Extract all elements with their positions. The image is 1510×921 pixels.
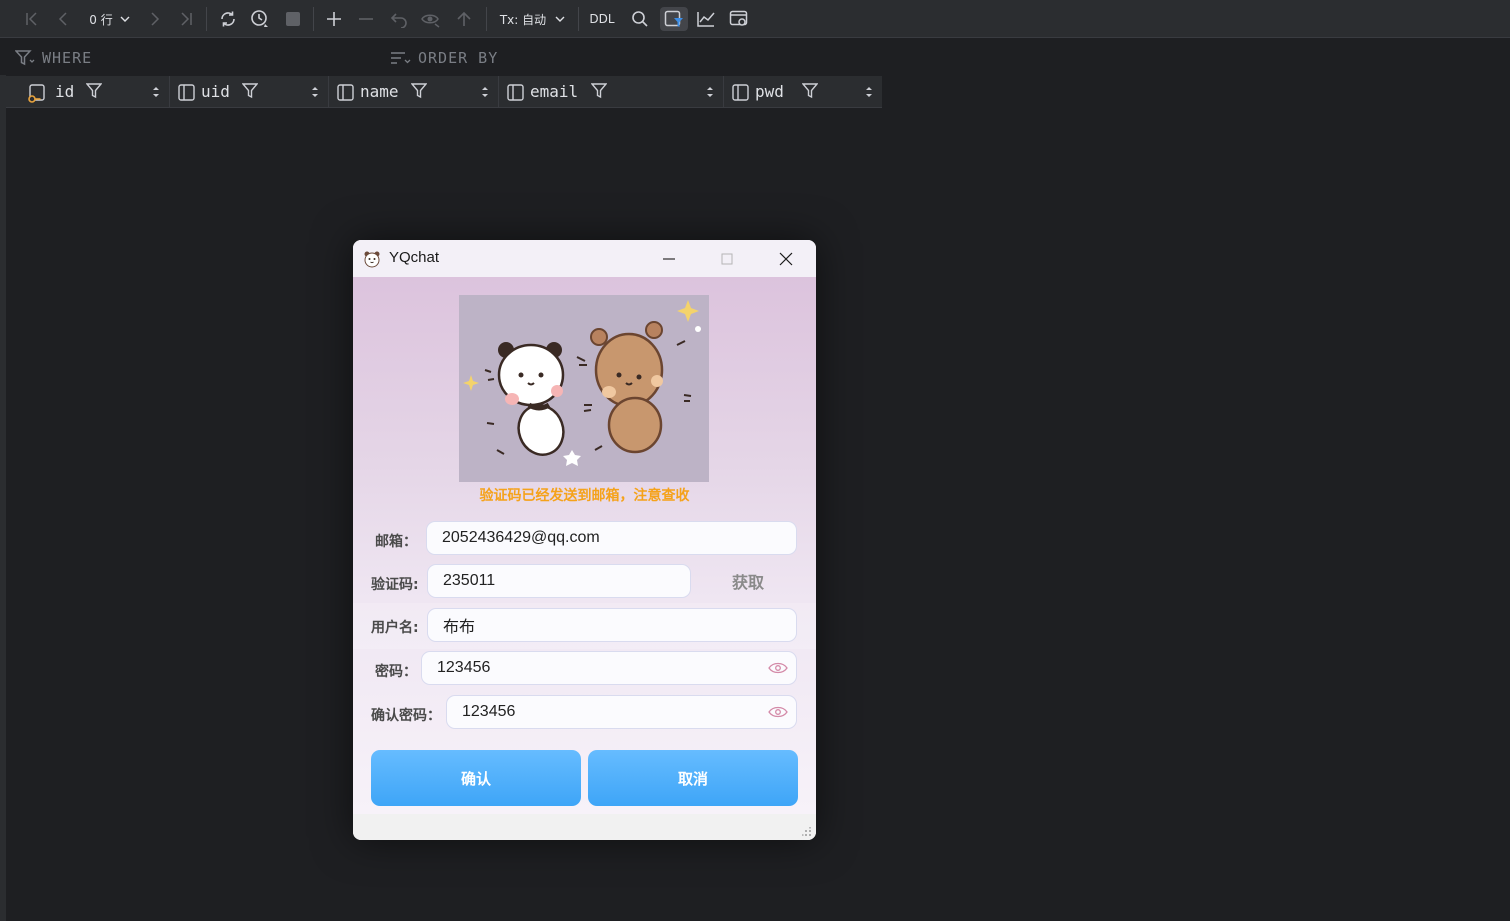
column-filter-icon[interactable] [86, 83, 102, 99]
minimize-button[interactable] [640, 240, 698, 277]
chevron-down-icon [120, 16, 130, 22]
column-name: pwd [755, 82, 784, 101]
sort-icon[interactable] [480, 85, 490, 99]
view-settings-icon[interactable] [727, 7, 751, 31]
minimize-icon [663, 257, 675, 260]
grid-gutter [0, 75, 6, 921]
column-filter-icon[interactable] [411, 83, 427, 99]
sort-icon[interactable] [705, 85, 715, 99]
sort-icon[interactable] [310, 85, 320, 99]
column-header-uid[interactable]: uid [170, 76, 329, 107]
previous-page-icon[interactable] [52, 7, 76, 31]
app-bear-icon [364, 251, 380, 268]
toolbar-separator [486, 7, 487, 31]
close-button[interactable] [757, 240, 815, 277]
search-icon[interactable] [628, 7, 652, 31]
column-filter-icon[interactable] [242, 83, 258, 99]
toolbar-separator [578, 7, 579, 31]
last-page-icon[interactable] [174, 7, 198, 31]
email-value: 2052436429@qq.com [442, 529, 600, 546]
sort-icon[interactable] [864, 85, 874, 99]
next-page-icon[interactable] [142, 7, 166, 31]
username-value: 布布 [443, 619, 476, 636]
transaction-mode-dropdown[interactable]: Tx: 自动 [496, 7, 570, 31]
chart-icon[interactable] [694, 7, 718, 31]
ddl-button[interactable]: DDL [586, 7, 618, 31]
bears-illustration [459, 295, 709, 482]
column-filter-icon[interactable] [802, 83, 818, 99]
chevron-down-icon [555, 16, 565, 22]
column-header-email[interactable]: email [499, 76, 724, 107]
column-name: uid [201, 82, 230, 101]
code-value: 235011 [443, 572, 496, 589]
filter-bar: WHERE ORDER BY [0, 39, 1510, 75]
register-dialog: YQchat 验证码已经发送到邮箱，注意查收 邮箱： 2052436429@qq… [353, 240, 816, 840]
column-header-pwd[interactable]: pwd [724, 76, 882, 107]
order-by-input[interactable]: ORDER BY [418, 49, 498, 67]
add-row-icon[interactable] [322, 7, 346, 31]
dialog-footer [353, 814, 816, 840]
username-label: 用户名: [371, 620, 419, 636]
ddl-label: DDL [589, 12, 615, 26]
column-filter-icon[interactable] [591, 83, 607, 99]
column-icon [337, 84, 354, 101]
dialog-title-bar[interactable]: YQchat [353, 240, 816, 277]
revert-icon[interactable] [387, 7, 411, 31]
delete-row-icon[interactable] [354, 7, 378, 31]
code-label: 验证码: [371, 577, 419, 593]
sort-icon[interactable] [151, 85, 161, 99]
grid-header: id uid name email pwd [6, 76, 882, 108]
data-editor-toolbar: 0 行 Tx: 自动 DDL [0, 0, 1510, 38]
column-header-name[interactable]: name [329, 76, 499, 107]
confirm-button[interactable]: 确认 [371, 750, 581, 806]
cancel-button[interactable]: 取消 [588, 750, 798, 806]
password-field[interactable]: 123456 [421, 651, 797, 685]
username-field[interactable]: 布布 [427, 608, 797, 642]
column-icon [732, 84, 749, 101]
confirm-password-label: 确认密码： [371, 708, 441, 724]
rows-count-dropdown[interactable]: 0 行 [84, 7, 136, 31]
maximize-button[interactable] [698, 240, 756, 277]
maximize-icon [721, 253, 733, 264]
get-code-button[interactable]: 获取 [698, 564, 798, 598]
first-page-icon[interactable] [20, 7, 44, 31]
primary-key-column-icon [28, 84, 45, 103]
confirm-password-value: 123456 [462, 703, 516, 720]
resize-grip-icon[interactable] [802, 827, 812, 837]
close-icon [779, 252, 793, 265]
confirm-password-field[interactable]: 123456 [446, 695, 797, 729]
transaction-mode-label: Tx: 自动 [499, 12, 547, 27]
password-value: 123456 [437, 659, 491, 676]
show-password-eye-icon[interactable] [768, 661, 788, 675]
column-name: email [530, 82, 579, 101]
verification-code-field[interactable]: 235011 [427, 564, 691, 598]
refresh-icon[interactable] [216, 7, 240, 31]
toolbar-separator [206, 7, 207, 31]
dialog-title: YQchat [389, 249, 440, 266]
column-icon [178, 84, 195, 101]
column-header-id[interactable]: id [6, 76, 170, 107]
column-name: name [360, 82, 399, 101]
auto-refresh-clock-icon[interactable] [248, 7, 272, 31]
order-by-icon [391, 52, 411, 64]
stop-icon[interactable] [281, 7, 305, 31]
email-label: 邮箱： [375, 534, 417, 550]
code-sent-notice: 验证码已经发送到邮箱，注意查收 [479, 488, 690, 504]
email-field[interactable]: 2052436429@qq.com [426, 521, 797, 555]
filter-sort-toggle-icon[interactable] [660, 7, 688, 31]
password-label: 密码： [375, 664, 417, 680]
preview-changes-icon[interactable] [419, 7, 443, 31]
where-filter-icon [15, 50, 35, 66]
show-confirm-password-eye-icon[interactable] [768, 705, 788, 719]
rows-count-label: 0 行 [89, 12, 113, 27]
toolbar-separator [313, 7, 314, 31]
submit-icon[interactable] [452, 7, 476, 31]
column-icon [507, 84, 524, 101]
where-input[interactable]: WHERE [42, 49, 92, 67]
column-name: id [55, 82, 75, 101]
dialog-content: 验证码已经发送到邮箱，注意查收 邮箱： 2052436429@qq.com 验证… [353, 277, 816, 814]
